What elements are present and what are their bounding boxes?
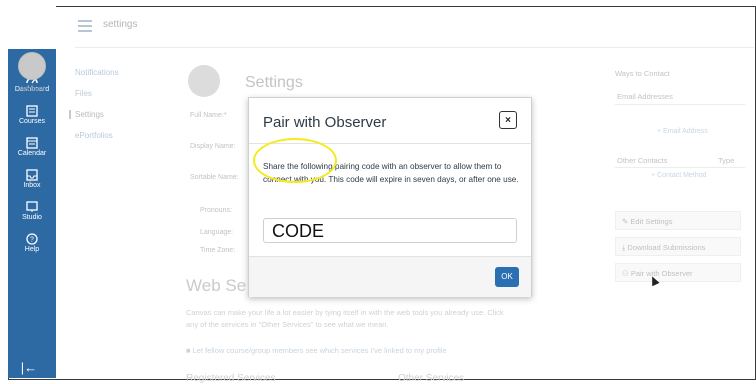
- pair-with-observer-dialog: Pair with Observer × Share the following…: [248, 97, 532, 297]
- button-label: Download Submissions: [627, 243, 706, 252]
- add-email-link[interactable]: + Email Address: [657, 128, 708, 135]
- global-nav-calendar[interactable]: Calendar: [8, 137, 56, 157]
- other-services-title: Other Services: [398, 373, 465, 384]
- svg-text:?: ?: [30, 237, 34, 244]
- web-services-text: any of the services in "Other Services" …: [186, 320, 389, 329]
- course-nav-item-eportfolios[interactable]: ePortfolios: [75, 131, 119, 140]
- field-label: Sortable Name:: [190, 174, 239, 181]
- global-nav-label: Studio: [22, 214, 42, 221]
- button-label: Pair with Observer: [630, 269, 693, 278]
- help-icon: ?: [26, 233, 38, 245]
- account-avatar[interactable]: [18, 52, 46, 80]
- divider: [615, 167, 745, 168]
- header-divider: [75, 47, 754, 48]
- field-label: Full Name:*: [190, 112, 227, 119]
- course-nav-item-settings[interactable]: Settings: [69, 110, 119, 119]
- web-services-text: Canvas can make your life a lot easier b…: [186, 308, 504, 317]
- breadcrumb[interactable]: settings: [103, 19, 137, 30]
- account-label: Account: [19, 86, 45, 93]
- collapse-nav-icon[interactable]: |←: [14, 360, 44, 375]
- pairing-code-field[interactable]: CODE: [263, 218, 517, 243]
- button-label: Edit Settings: [630, 217, 673, 226]
- global-nav-studio[interactable]: Studio: [8, 201, 56, 221]
- dialog-footer: OK: [249, 256, 531, 297]
- close-icon[interactable]: ×: [499, 111, 517, 129]
- courses-icon: [26, 105, 38, 117]
- dialog-title: Pair with Observer: [263, 114, 387, 131]
- other-contacts-heading: Other Contacts: [617, 156, 668, 165]
- email-addresses-heading: Email Addresses: [617, 92, 673, 101]
- global-nav-courses[interactable]: Courses: [8, 105, 56, 125]
- checkbox-label: Let fellow course/group members see whic…: [192, 346, 447, 355]
- course-nav: Notifications Files Settings ePortfolios: [69, 68, 119, 152]
- global-nav: Dashboard Courses Calendar Inbox Studio …: [8, 49, 56, 378]
- global-nav-label: Help: [24, 246, 40, 253]
- global-nav-label: Inbox: [23, 182, 41, 189]
- registered-services-title: Registered Services: [186, 373, 276, 384]
- global-nav-inbox[interactable]: Inbox: [8, 169, 56, 189]
- ways-to-contact-heading: Ways to Contact: [615, 69, 670, 78]
- web-services-title: Web Se: [186, 276, 247, 295]
- add-contact-link[interactable]: + Contact Method: [651, 172, 706, 179]
- edit-settings-button[interactable]: ✎ Edit Settings: [615, 211, 741, 230]
- ok-button[interactable]: OK: [495, 267, 519, 287]
- hamburger-menu-icon[interactable]: [78, 20, 92, 35]
- inbox-icon: [26, 169, 38, 181]
- pair-with-observer-button[interactable]: ⚇ Pair with Observer: [615, 263, 741, 282]
- field-label: Display Name:: [190, 143, 236, 150]
- field-label: Time Zone:: [200, 247, 236, 254]
- course-nav-item-notifications[interactable]: Notifications: [75, 68, 119, 77]
- calendar-icon: [26, 137, 38, 149]
- download-submissions-button[interactable]: ⤓ Download Submissions: [615, 237, 741, 256]
- studio-icon: [26, 201, 38, 212]
- global-nav-label: Courses: [18, 118, 46, 125]
- logo-area: [8, 6, 56, 49]
- page-title: Settings: [245, 74, 303, 91]
- type-heading: Type: [718, 156, 735, 165]
- field-label: Pronouns:: [200, 207, 232, 214]
- services-checkbox[interactable]: ■ Let fellow course/group members see wh…: [186, 346, 447, 355]
- global-nav-help[interactable]: ? Help: [8, 233, 56, 253]
- field-label: Language:: [200, 229, 234, 236]
- course-nav-item-files[interactable]: Files: [75, 89, 119, 98]
- divider: [615, 104, 745, 105]
- global-nav-label: Calendar: [17, 150, 47, 157]
- profile-avatar: [188, 65, 220, 97]
- highlight-annotation: [253, 138, 337, 183]
